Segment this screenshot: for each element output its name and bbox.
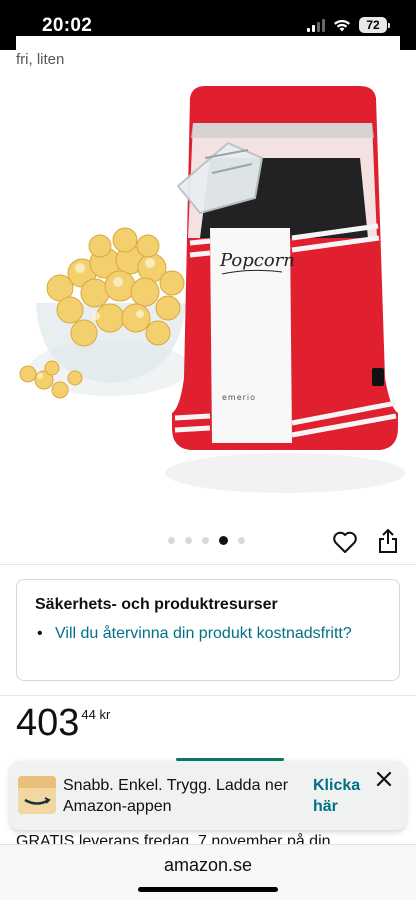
safety-resources-card: Säkerhets- och produktresurser • Vill du… [16, 579, 400, 681]
url-text[interactable]: amazon.se [0, 855, 416, 876]
divider [0, 564, 416, 565]
divider [0, 695, 416, 696]
heart-icon[interactable] [331, 528, 359, 556]
product-title-text: fri, liten [16, 51, 65, 68]
carousel-dot[interactable] [185, 537, 192, 544]
carousel-dot[interactable] [238, 537, 245, 544]
amazon-app-icon [18, 776, 56, 814]
signal-icon [307, 18, 325, 32]
price-fraction: 44 kr [81, 707, 111, 722]
delivery-text: GRATIS leverans fredag, 7 november på di… [16, 833, 331, 844]
price: 403 44 kr [16, 703, 110, 743]
wifi-icon [334, 19, 350, 31]
image-carousel-dots[interactable] [168, 536, 245, 545]
app-download-banner[interactable]: Snabb. Enkel. Trygg. Ladda ner Amazon-ap… [10, 761, 406, 830]
product-image[interactable]: Popcorn emerio [0, 78, 416, 518]
browser-url-bar[interactable]: amazon.se [0, 844, 416, 900]
close-icon[interactable] [374, 769, 394, 789]
carousel-dot[interactable] [202, 537, 209, 544]
safety-item: • Vill du återvinna din produkt kostnads… [37, 623, 352, 644]
home-indicator[interactable] [138, 887, 278, 892]
banner-link[interactable]: Klicka här [313, 775, 373, 817]
popcorn-maker-image: Popcorn emerio [19, 86, 405, 493]
share-icon[interactable] [376, 527, 400, 555]
product-title: fri, liten [16, 36, 400, 69]
popcorn-label: Popcorn [219, 250, 295, 271]
status-time: 20:02 [42, 15, 93, 36]
battery-level: 72 [359, 17, 387, 33]
battery-icon: 72 [359, 17, 390, 33]
safety-title: Säkerhets- och produktresurser [35, 596, 278, 613]
svg-text:emerio: emerio [222, 393, 256, 402]
price-whole: 403 [16, 702, 80, 744]
carousel-dot[interactable] [168, 537, 175, 544]
carousel-dot-active[interactable] [219, 536, 228, 545]
recycle-link[interactable]: Vill du återvinna din produkt kostnadsfr… [55, 623, 352, 644]
banner-text: Snabb. Enkel. Trygg. Ladda ner Amazon-ap… [63, 777, 289, 815]
status-icons: 72 [307, 17, 390, 33]
